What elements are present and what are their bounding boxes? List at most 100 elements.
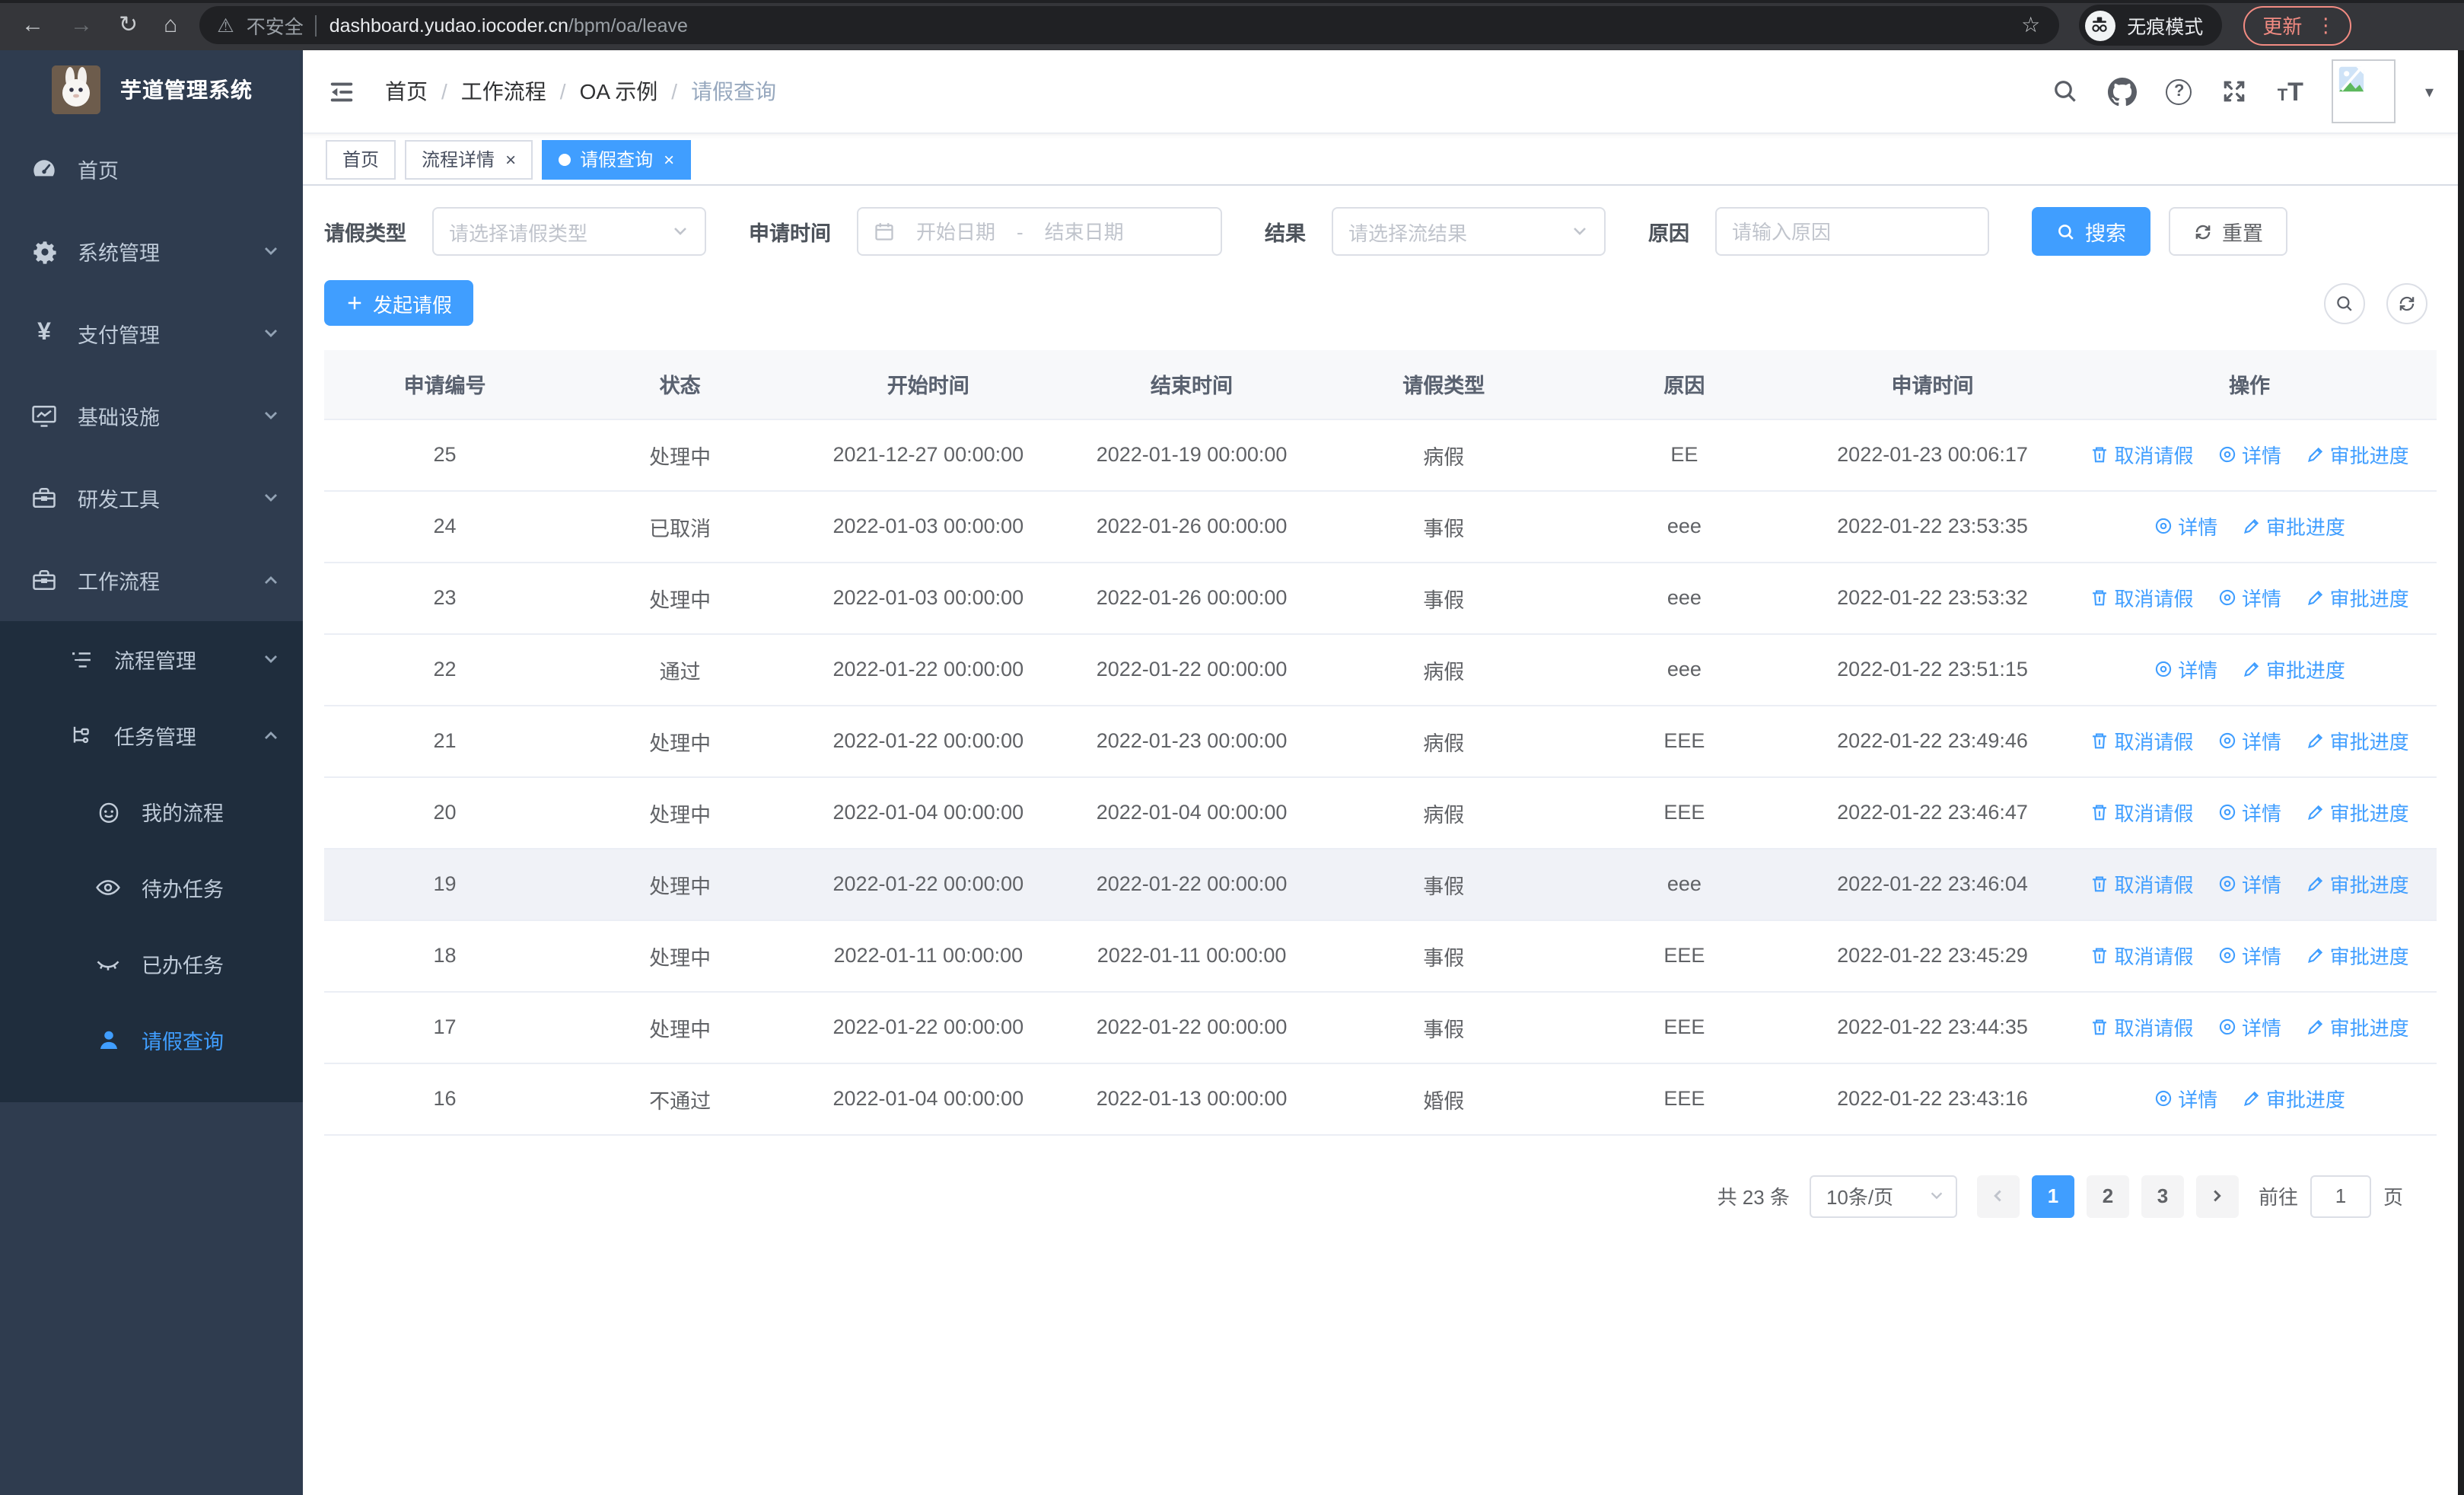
search-button[interactable]: 搜索 <box>2032 207 2150 256</box>
sidebar-item-system[interactable]: 系统管理 <box>0 210 303 292</box>
avatar[interactable] <box>2332 59 2396 123</box>
detail-link[interactable]: 详情 <box>2154 655 2217 684</box>
detail-link[interactable]: 详情 <box>2154 512 2217 540</box>
cell-leave-type: 病假 <box>1321 776 1566 849</box>
next-page-button[interactable] <box>2195 1175 2239 1217</box>
apply-time-range-picker[interactable]: - <box>857 207 1222 256</box>
approval-progress-link[interactable]: 审批进度 <box>2306 583 2409 612</box>
cancel-leave-label: 取消请假 <box>2114 874 2194 897</box>
browser-update-button[interactable]: 更新 ⋮ <box>2243 5 2351 45</box>
cancel-leave-label: 取消请假 <box>2114 802 2194 825</box>
start-date-input[interactable] <box>906 220 1006 243</box>
sidebar-item-dev-tools[interactable]: 研发工具 <box>0 457 303 539</box>
detail-link[interactable]: 详情 <box>2217 583 2281 612</box>
sidebar-item-home[interactable]: 首页 <box>0 128 303 210</box>
page-button-1[interactable]: 1 <box>2031 1175 2074 1217</box>
browser-back-button[interactable]: ← <box>21 14 44 37</box>
cancel-leave-link[interactable]: 取消请假 <box>2090 583 2194 612</box>
eye-closed-icon <box>94 950 122 977</box>
tab-home[interactable]: 首页 <box>326 139 396 179</box>
approval-progress-link[interactable]: 审批进度 <box>2242 655 2345 684</box>
help-icon[interactable]: ? <box>2166 78 2192 104</box>
breadcrumb-item-oa[interactable]: OA 示例 <box>580 76 658 107</box>
detail-link[interactable]: 详情 <box>2217 726 2281 755</box>
cell-apply-time: 2022-01-22 23:51:15 <box>1802 633 2063 706</box>
font-size-icon[interactable]: TT <box>2278 78 2303 104</box>
github-icon[interactable] <box>2108 77 2138 106</box>
goto-page-input[interactable] <box>2310 1175 2371 1217</box>
reason-input[interactable] <box>1732 220 1960 243</box>
tab-leave-query[interactable]: 请假查询 × <box>542 139 692 179</box>
sidebar-item-workflow[interactable]: 工作流程 <box>0 539 303 621</box>
approval-progress-label: 审批进度 <box>2265 516 2345 539</box>
chevron-up-icon <box>262 571 280 589</box>
end-date-input[interactable] <box>1033 220 1135 243</box>
result-select[interactable]: 请选择流结果 <box>1332 207 1606 256</box>
bookmark-star-icon[interactable]: ☆ <box>2021 12 2040 38</box>
page-size-select[interactable]: 10条/页 <box>1809 1175 1957 1217</box>
cell-status: 处理中 <box>565 848 795 920</box>
fullscreen-icon[interactable] <box>2221 78 2249 105</box>
eye-icon <box>94 874 122 901</box>
leave-table-header: 申请编号 状态 开始时间 结束时间 请假类型 原因 申请时间 操作 <box>324 350 2437 419</box>
prev-page-button[interactable] <box>1976 1175 2020 1217</box>
detail-link[interactable]: 详情 <box>2217 941 2281 970</box>
tab-close-icon[interactable]: × <box>664 148 674 170</box>
cancel-leave-link[interactable]: 取消请假 <box>2090 440 2194 469</box>
detail-link[interactable]: 详情 <box>2217 869 2281 898</box>
sidebar-item-payment[interactable]: ¥ 支付管理 <box>0 292 303 375</box>
approval-progress-link[interactable]: 审批进度 <box>2306 798 2409 827</box>
tab-process-detail[interactable]: 流程详情 × <box>405 139 533 179</box>
sidebar-item-my-process[interactable]: 我的流程 <box>0 773 303 850</box>
browser-menu-icon[interactable]: ⋮ <box>2316 13 2335 37</box>
avatar-dropdown-caret[interactable]: ▾ <box>2425 81 2434 101</box>
search-icon[interactable] <box>2052 78 2080 105</box>
address-bar[interactable]: ⚠ 不安全 dashboard.yudao.iocoder.cn/bpm/oa/… <box>199 6 2059 44</box>
detail-link[interactable]: 详情 <box>2217 440 2281 469</box>
browser-home-button[interactable]: ⌂ <box>164 14 177 37</box>
approval-progress-link[interactable]: 审批进度 <box>2242 1084 2345 1113</box>
page-scrollbar[interactable] <box>2458 50 2464 1495</box>
detail-link[interactable]: 详情 <box>2154 1084 2217 1113</box>
reset-button[interactable]: 重置 <box>2169 207 2287 256</box>
sidebar-item-task-mgmt[interactable]: 任务管理 <box>0 697 303 773</box>
breadcrumb-item-current: 请假查询 <box>691 79 777 104</box>
breadcrumb-item-workflow[interactable]: 工作流程 <box>461 76 546 107</box>
cancel-leave-link[interactable]: 取消请假 <box>2090 1012 2194 1041</box>
show-search-button[interactable] <box>2324 282 2365 324</box>
refresh-table-button[interactable] <box>2386 282 2427 324</box>
browser-forward-button[interactable]: → <box>70 14 93 37</box>
create-leave-button[interactable]: 发起请假 <box>324 280 474 326</box>
approval-progress-link[interactable]: 审批进度 <box>2242 512 2345 540</box>
cancel-leave-link[interactable]: 取消请假 <box>2090 869 2194 898</box>
approval-progress-link[interactable]: 审批进度 <box>2306 726 2409 755</box>
detail-link[interactable]: 详情 <box>2217 798 2281 827</box>
cancel-leave-link[interactable]: 取消请假 <box>2090 798 2194 827</box>
approval-progress-link[interactable]: 审批进度 <box>2306 941 2409 970</box>
sidebar-item-todo-tasks[interactable]: 待办任务 <box>0 850 303 926</box>
cancel-leave-label: 取消请假 <box>2114 588 2194 610</box>
sidebar-collapse-icon[interactable] <box>327 77 356 106</box>
sidebar-item-leave-query[interactable]: 请假查询 <box>0 1002 303 1078</box>
approval-progress-label: 审批进度 <box>2329 445 2409 467</box>
approval-progress-link[interactable]: 审批进度 <box>2306 869 2409 898</box>
page-button-3[interactable]: 3 <box>2141 1175 2184 1217</box>
plus-icon <box>348 296 361 310</box>
leave-type-select[interactable]: 请选择请假类型 <box>432 207 706 256</box>
cell-apply-id: 19 <box>324 848 566 920</box>
cancel-leave-link[interactable]: 取消请假 <box>2090 941 2194 970</box>
breadcrumb-item-home[interactable]: 首页 <box>385 76 428 107</box>
sidebar-item-done-tasks[interactable]: 已办任务 <box>0 926 303 1002</box>
approval-progress-link[interactable]: 审批进度 <box>2306 1012 2409 1041</box>
page-buttons: 1 2 3 <box>1976 1175 2239 1217</box>
approval-progress-link[interactable]: 审批进度 <box>2306 440 2409 469</box>
sidebar-item-infrastructure[interactable]: 基础设施 <box>0 375 303 457</box>
total-count: 共 23 条 <box>1717 1186 1790 1209</box>
top-navbar: 首页 / 工作流程 / OA 示例 / 请假查询 ? T T ▾ <box>303 50 2458 134</box>
page-button-2[interactable]: 2 <box>2086 1175 2129 1217</box>
detail-link[interactable]: 详情 <box>2217 1012 2281 1041</box>
cancel-leave-link[interactable]: 取消请假 <box>2090 726 2194 755</box>
tab-close-icon[interactable]: × <box>505 148 516 170</box>
sidebar-item-process-mgmt[interactable]: 流程管理 <box>0 621 303 697</box>
browser-reload-button[interactable]: ↻ <box>119 14 138 37</box>
